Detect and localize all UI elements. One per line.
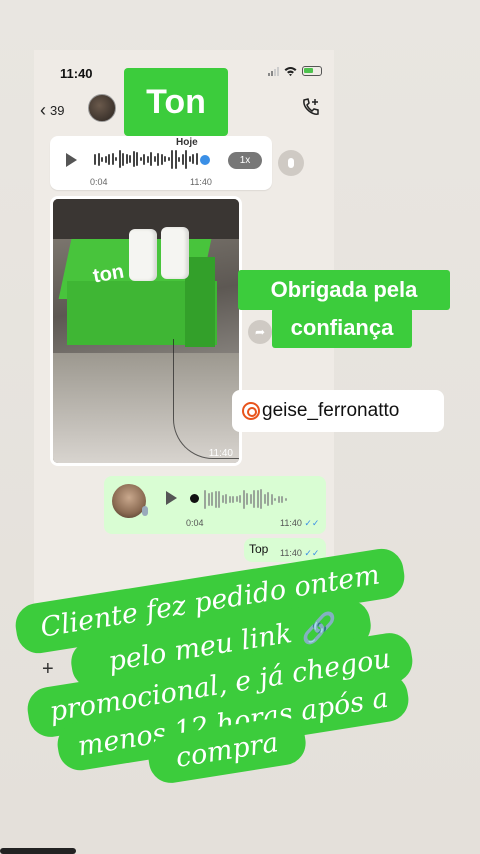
waveform — [204, 488, 287, 510]
play-icon[interactable] — [66, 153, 77, 167]
playback-scrubber[interactable] — [200, 155, 210, 165]
read-receipt-icon: ✓✓ — [304, 548, 320, 558]
mic-icon — [142, 506, 148, 516]
waveform — [94, 148, 198, 170]
date-separator: Hoje — [176, 137, 198, 148]
waveform-bar — [281, 495, 283, 503]
waveform-bar — [218, 490, 220, 508]
chevron-left-icon: ‹ — [40, 100, 46, 120]
waveform-bar — [260, 489, 262, 509]
paper-roll — [129, 229, 157, 281]
battery-icon — [302, 66, 322, 76]
audio-duration: 0:04 — [90, 177, 108, 187]
waveform-bar — [249, 494, 252, 504]
waveform-bar — [122, 152, 124, 166]
mic-icon — [288, 158, 294, 168]
status-icons — [268, 66, 322, 76]
audio-duration: 0:04 — [186, 518, 204, 528]
waveform-bar — [164, 156, 166, 162]
back-button[interactable]: ‹ 39 — [40, 100, 64, 121]
waveform-bar — [136, 152, 138, 166]
status-time: 11:40 — [60, 66, 93, 81]
message-time: 11:40 ✓✓ — [280, 548, 320, 558]
paper-roll — [161, 227, 189, 279]
waveform-bar — [160, 153, 163, 165]
waveform-bar — [246, 493, 248, 505]
waveform-bar — [274, 497, 276, 501]
waveform-bar — [267, 492, 269, 506]
waveform-bar — [207, 492, 210, 506]
message-time: 11:40 — [190, 177, 212, 187]
playback-speed-button[interactable]: 1x — [228, 152, 262, 169]
waveform-bar — [157, 152, 159, 166]
waveform-bar — [118, 150, 121, 168]
waveform-bar — [181, 153, 184, 165]
waveform-bar — [94, 153, 96, 165]
waveform-bar — [242, 489, 245, 509]
forward-icon[interactable]: ➦ — [248, 320, 272, 344]
wifi-icon — [284, 67, 297, 76]
transcribe-button[interactable] — [278, 150, 304, 176]
plus-icon[interactable]: + — [42, 658, 54, 681]
waveform-bar — [221, 495, 224, 503]
waveform-bar — [253, 490, 255, 508]
thanks-line-2: confiança — [272, 308, 412, 348]
add-call-icon[interactable] — [300, 96, 322, 118]
image-message[interactable]: ton 11:40 — [50, 196, 242, 466]
waveform-bar — [192, 154, 194, 164]
waveform-bar — [178, 156, 180, 162]
waveform-bar — [115, 157, 117, 161]
waveform-bar — [211, 492, 213, 506]
contact-avatar[interactable] — [88, 94, 116, 122]
waveform-bar — [146, 155, 149, 163]
waveform-bar — [174, 149, 177, 169]
waveform-bar — [111, 153, 114, 165]
message-time: 11:40 ✓✓ — [280, 518, 320, 528]
waveform-bar — [284, 497, 287, 501]
waveform-bar — [129, 155, 131, 163]
unread-count: 39 — [50, 103, 65, 118]
signal-icon — [268, 66, 279, 76]
waveform-bar — [263, 494, 266, 504]
message-time: 11:40 — [208, 448, 233, 459]
contact-name-label: Ton — [124, 68, 228, 136]
waveform-bar — [171, 149, 173, 169]
waveform-bar — [195, 153, 198, 165]
waveform-bar — [232, 495, 234, 503]
waveform-bar — [185, 149, 187, 169]
waveform-bar — [139, 157, 142, 161]
playback-scrubber[interactable] — [190, 494, 199, 503]
waveform-bar — [153, 156, 156, 162]
waveform-bar — [277, 495, 280, 503]
waveform-bar — [256, 490, 259, 508]
home-indicator — [0, 848, 76, 854]
waveform-bar — [150, 152, 152, 166]
waveform-bar — [108, 153, 110, 165]
waveform-bar — [228, 495, 231, 503]
handle-text: geise_ferronatto — [262, 400, 400, 421]
read-receipt-icon: ✓✓ — [304, 518, 320, 528]
waveform-bar — [225, 494, 227, 504]
threads-handle[interactable]: geise_ferronatto — [232, 390, 444, 432]
waveform-bar — [132, 151, 135, 167]
waveform-bar — [270, 493, 273, 505]
sender-avatar — [112, 484, 146, 518]
waveform-bar — [125, 154, 128, 164]
waveform-bar — [143, 153, 145, 165]
message-text: Top — [249, 542, 269, 556]
thanks-line-1: Obrigada pela — [238, 270, 450, 310]
waveform-bar — [239, 495, 241, 503]
waveform-bar — [104, 155, 107, 163]
waveform-bar — [167, 157, 170, 161]
waveform-bar — [97, 152, 100, 166]
play-icon[interactable] — [166, 491, 177, 505]
waveform-bar — [188, 156, 191, 162]
waveform-bar — [204, 489, 206, 509]
waveform-bar — [235, 496, 238, 502]
threads-icon — [242, 402, 260, 420]
waveform-bar — [101, 156, 103, 162]
waveform-bar — [214, 490, 217, 508]
